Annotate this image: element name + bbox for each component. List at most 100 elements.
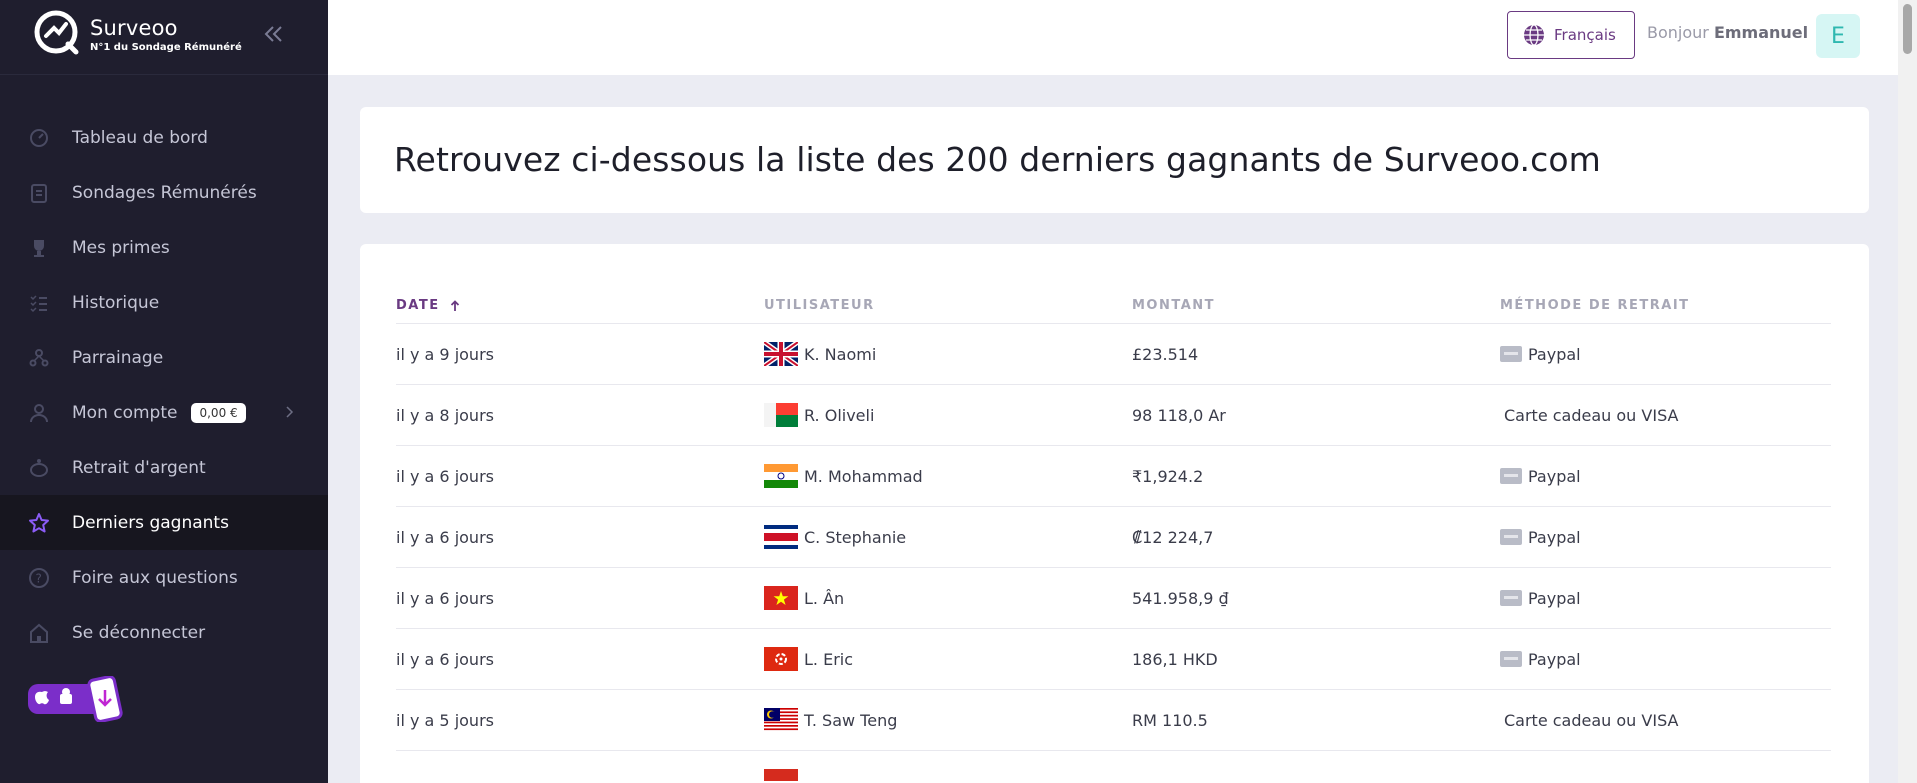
method-label: Paypal	[1528, 527, 1581, 547]
date-cell: il y a 6 jours	[396, 466, 494, 486]
user-cell: R. Oliveli	[764, 403, 1132, 427]
language-label: Français	[1554, 26, 1616, 44]
question-icon: ?	[28, 567, 50, 589]
method-cell: Paypal	[1500, 650, 1831, 669]
column-header-method[interactable]: MÉTHODE DE RETRAIT	[1500, 298, 1831, 313]
method-label: Paypal	[1528, 344, 1581, 364]
table-row: il y a 6 jours L. Ân 541.958,9 ₫ Paypal	[396, 568, 1831, 629]
method-cell: Paypal	[1500, 467, 1831, 486]
user-cell: T. Saw Teng	[764, 708, 1132, 732]
method-cell: Paypal	[1500, 589, 1831, 608]
scrollbar-thumb[interactable]	[1903, 4, 1912, 54]
globe-icon	[1524, 24, 1544, 46]
apple-icon	[35, 691, 49, 705]
user-cell: L. Ân	[764, 586, 1132, 610]
table-row: il y a 9 jours K. Naomi £23.514 Paypal	[396, 324, 1831, 385]
dashboard-icon	[28, 127, 50, 149]
amount-cell: RM 110.5	[1132, 710, 1208, 730]
list-check-icon	[28, 292, 50, 314]
column-header-user[interactable]: UTILISATEUR	[764, 298, 1132, 313]
user-cell	[764, 769, 1132, 783]
sidebar-item-label: Sondages Rémunérés	[72, 182, 257, 203]
sidebar-item-label: Historique	[72, 292, 160, 313]
user-name: T. Saw Teng	[804, 710, 898, 730]
user-cell: L. Eric	[764, 647, 1132, 671]
sidebar-item-account[interactable]: Mon compte 0,00 €	[0, 385, 328, 440]
table-row: il y a 6 jours C. Stephanie ₡12 224,7 Pa…	[396, 507, 1831, 568]
piggy-bank-icon	[28, 457, 50, 479]
sidebar-item-dashboard[interactable]: Tableau de bord	[0, 110, 328, 165]
mobile-app-download-badge[interactable]	[28, 675, 136, 723]
balance-badge: 0,00 €	[191, 402, 246, 423]
sidebar-item-rewards[interactable]: Mes primes	[0, 220, 328, 275]
sort-ascending-icon	[450, 299, 459, 311]
sidebar-item-logout[interactable]: Se déconnecter	[0, 605, 328, 660]
column-header-label: MÉTHODE DE RETRAIT	[1500, 298, 1690, 313]
sidebar-item-referral[interactable]: Parrainage	[0, 330, 328, 385]
page-title-card: Retrouvez ci-dessous la liste des 200 de…	[360, 107, 1869, 213]
flag-vn-icon	[764, 586, 798, 610]
column-header-date[interactable]: DATE	[396, 298, 764, 313]
sidebar-item-label: Derniers gagnants	[72, 512, 229, 533]
method-label: Paypal	[1528, 588, 1581, 608]
sidebar-item-history[interactable]: Historique	[0, 275, 328, 330]
method-cell: Carte cadeau ou VISA	[1500, 711, 1831, 730]
column-header-label: MONTANT	[1132, 298, 1216, 313]
brand-logo[interactable]: Surveoo N°1 du Sondage Rémunéré	[32, 8, 242, 60]
greeting-text: Bonjour	[1647, 23, 1709, 42]
column-header-label: DATE	[396, 298, 440, 313]
sidebar-item-faq[interactable]: ? Foire aux questions	[0, 550, 328, 605]
paypal-icon	[1500, 529, 1522, 545]
user-name: R. Oliveli	[804, 405, 875, 425]
chevron-right-icon	[284, 402, 296, 427]
user-name: L. Eric	[804, 649, 854, 669]
sidebar-item-latest-winners[interactable]: Derniers gagnants	[0, 495, 328, 550]
method-label: Paypal	[1528, 466, 1581, 486]
amount-cell: £23.514	[1132, 344, 1199, 364]
flag-my-icon	[764, 708, 798, 732]
sidebar-item-label: Retrait d'argent	[72, 457, 206, 478]
page-scrollbar[interactable]	[1898, 0, 1917, 783]
flag-icon	[764, 769, 798, 783]
column-header-amount[interactable]: MONTANT	[1132, 298, 1500, 313]
referral-icon	[28, 347, 50, 369]
collapse-sidebar-button[interactable]	[262, 22, 286, 46]
double-chevron-left-icon	[264, 26, 282, 42]
user-name: Emmanuel	[1713, 23, 1809, 42]
date-cell: il y a 8 jours	[396, 405, 494, 425]
amount-cell: 541.958,9 ₫	[1132, 588, 1229, 608]
paypal-icon	[1500, 651, 1522, 667]
clipboard-icon	[28, 182, 50, 204]
language-selector[interactable]: Français	[1507, 11, 1635, 59]
date-cell: il y a 6 jours	[396, 588, 494, 608]
date-cell: il y a 5 jours	[396, 710, 494, 730]
table-row	[396, 751, 1831, 783]
amount-cell: ₡12 224,7	[1132, 527, 1214, 547]
sidebar-item-paid-surveys[interactable]: Sondages Rémunérés	[0, 165, 328, 220]
user-name: K. Naomi	[804, 344, 877, 364]
amount-cell: ₹1,924.2	[1132, 466, 1204, 486]
paypal-icon	[1500, 468, 1522, 484]
surveoo-logo-icon	[32, 8, 84, 60]
amount-cell: 186,1 HKD	[1132, 649, 1218, 669]
amount-cell: 98 118,0 Ar	[1132, 405, 1226, 425]
date-cell: il y a 9 jours	[396, 344, 494, 364]
star-icon	[28, 512, 50, 534]
table-row: il y a 8 jours R. Oliveli 98 118,0 Ar Ca…	[396, 385, 1831, 446]
sidebar-divider	[0, 74, 328, 75]
sidebar-nav: Tableau de bord Sondages Rémunérés Mes p…	[0, 110, 328, 660]
avatar[interactable]: E	[1816, 14, 1860, 58]
flag-cr-icon	[764, 525, 798, 549]
user-cell: C. Stephanie	[764, 525, 1132, 549]
sidebar-item-label: Tableau de bord	[72, 127, 208, 148]
date-cell: il y a 6 jours	[396, 649, 494, 669]
sidebar-item-label: Mes primes	[72, 237, 170, 258]
brand-name: Surveoo	[90, 15, 178, 40]
column-header-label: UTILISATEUR	[764, 298, 875, 313]
method-label: Carte cadeau ou VISA	[1504, 710, 1679, 730]
table-header: DATE UTILISATEUR MONTANT MÉTHODE DE RETR…	[396, 288, 1831, 324]
flag-hk-icon	[764, 647, 798, 671]
sidebar: Surveoo N°1 du Sondage Rémunéré Tableau …	[0, 0, 328, 783]
sidebar-item-withdrawal[interactable]: Retrait d'argent	[0, 440, 328, 495]
method-label: Carte cadeau ou VISA	[1504, 405, 1679, 425]
